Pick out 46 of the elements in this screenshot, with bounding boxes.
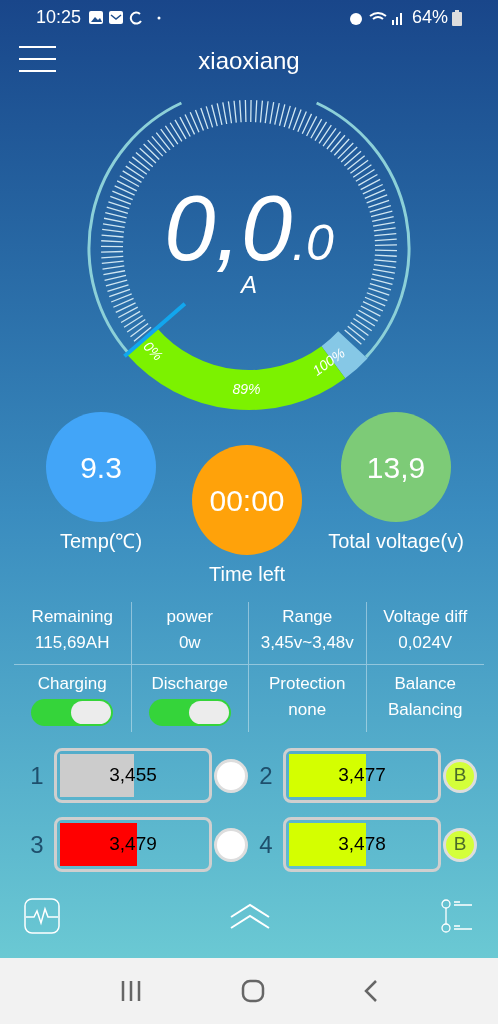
app-title: xiaoxiang: [198, 47, 300, 74]
control-value: Balancing: [387, 699, 463, 721]
stat-label: Remaining: [31, 606, 113, 628]
stat-value: 3,45v~3,48v: [260, 632, 354, 654]
dot-icon: [157, 15, 162, 20]
sync-icon: [129, 10, 144, 25]
status-time: 10:25: [36, 6, 82, 29]
soc-min-label: 0%: [140, 338, 166, 364]
mail-icon: [109, 11, 124, 24]
expand-up-icon[interactable]: [230, 903, 270, 929]
control-label: Charging: [37, 673, 107, 695]
stat-label: Voltage diff: [383, 606, 468, 628]
toggle-switch[interactable]: [31, 699, 114, 726]
stat-value: 0w: [178, 632, 201, 654]
current-decimal: .0: [292, 218, 334, 268]
stat-label: power: [166, 606, 213, 628]
stat-label: Range: [282, 606, 333, 628]
control-label: Discharge: [151, 673, 228, 695]
control-label: Balance: [394, 673, 456, 695]
balance-badge: B: [443, 827, 477, 862]
stat-value: 115,69AH: [35, 632, 110, 654]
current-value: 0,0: [164, 182, 293, 274]
control-label: Protection: [268, 673, 346, 695]
control-value: none: [288, 699, 327, 721]
cell-number: 2: [258, 760, 274, 791]
balance-badge: B: [443, 758, 477, 793]
cell-number: 3: [29, 829, 45, 860]
current-unit: A: [241, 271, 257, 300]
menu-icon[interactable]: [19, 46, 56, 72]
cell-number: 1: [29, 760, 45, 791]
soc-percent: 89%: [232, 380, 261, 397]
history-icon[interactable]: [440, 899, 474, 933]
circle-label: Temp(℃): [59, 529, 143, 554]
needle: [123, 302, 187, 358]
battery-icon: [452, 9, 462, 26]
stat-value: 0,024V: [398, 632, 453, 654]
toggle-switch[interactable]: [148, 699, 231, 726]
home-icon[interactable]: [241, 979, 265, 1003]
circle-label: Total voltage(v): [328, 529, 464, 554]
back-icon[interactable]: [364, 980, 379, 1002]
circle-label: Time left: [209, 562, 285, 587]
cell-number: 4: [258, 829, 274, 860]
chart-icon[interactable]: [24, 898, 60, 934]
gallery-icon: [89, 11, 104, 24]
battery-percent: 64%: [411, 6, 448, 29]
recent-apps-icon[interactable]: [119, 980, 142, 1002]
